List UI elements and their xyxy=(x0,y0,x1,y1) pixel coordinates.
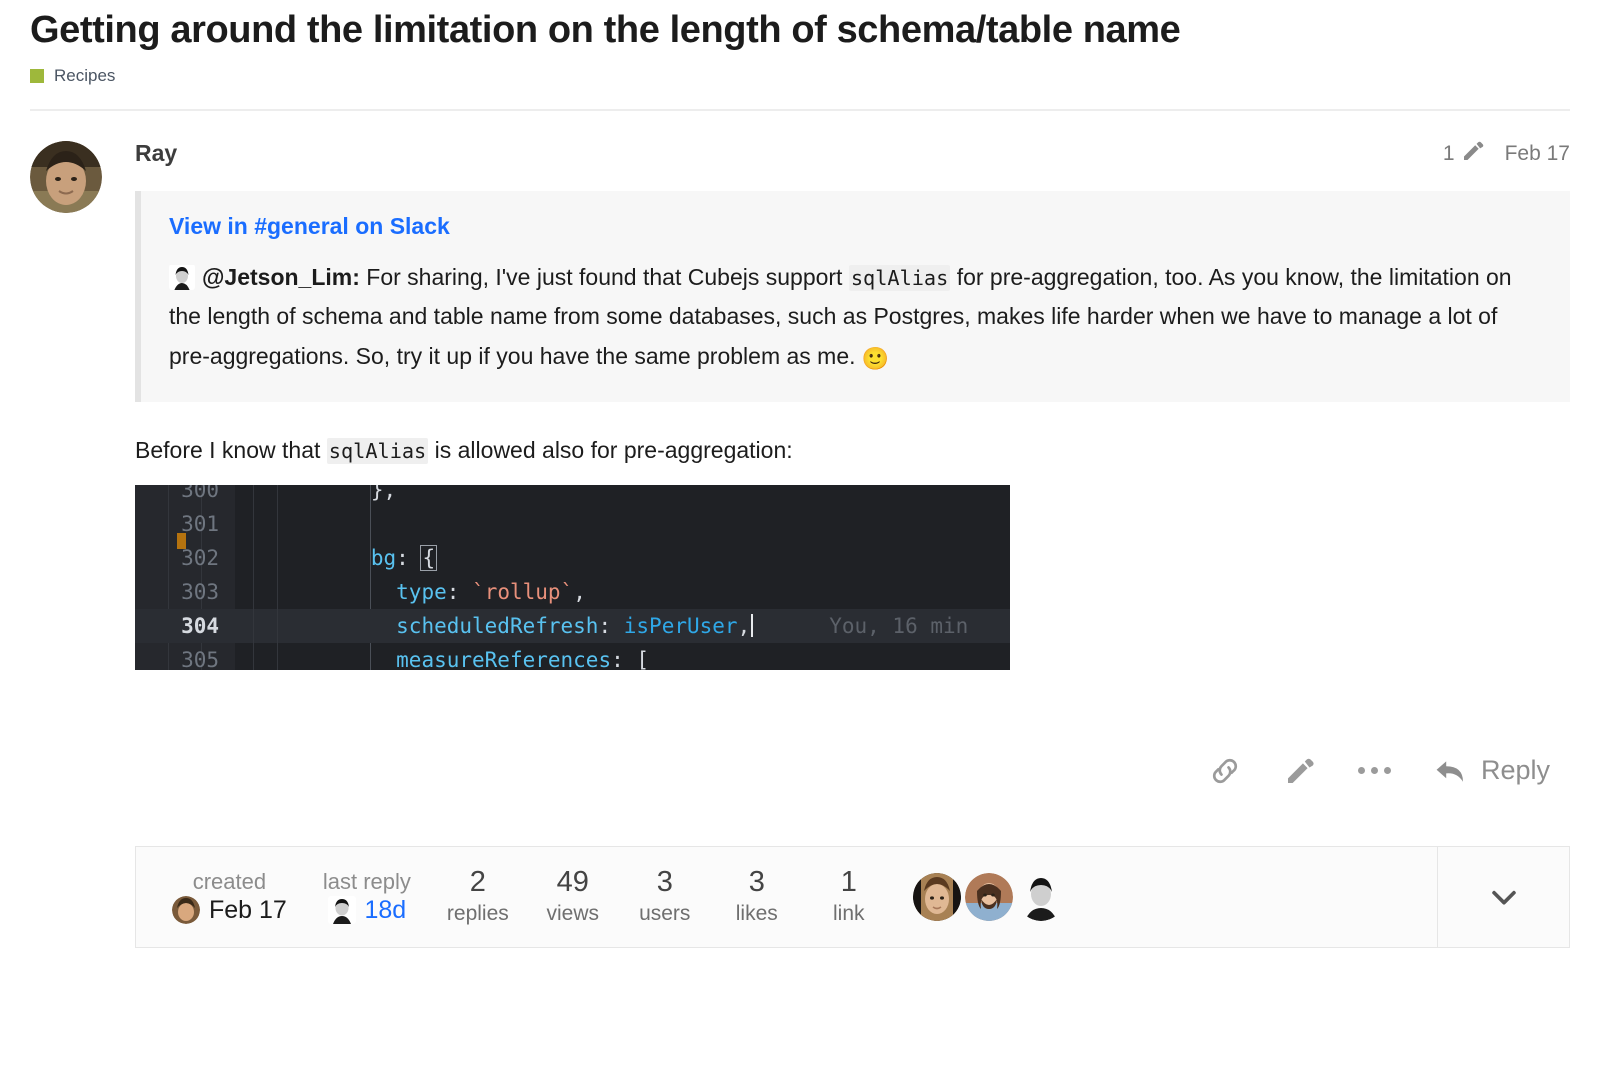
created-label: created xyxy=(192,869,267,895)
pencil-icon xyxy=(1461,139,1485,169)
stat-link: 1 link xyxy=(803,866,895,927)
line-number: 300 xyxy=(181,484,219,502)
smiley-emoji: 🙂 xyxy=(861,345,890,371)
post-header: Ray 1 Feb 17 xyxy=(135,137,1570,171)
ellipsis-icon xyxy=(1357,767,1391,775)
code-line: 300 }, xyxy=(135,484,1010,507)
code-line: 303 type: `rollup`, xyxy=(135,574,1010,609)
stat-label: users xyxy=(639,901,691,925)
avatar[interactable] xyxy=(1016,872,1065,921)
avatar[interactable] xyxy=(912,872,961,921)
expand-topic-button[interactable] xyxy=(1437,846,1569,947)
created-date: Feb 17 xyxy=(209,895,287,924)
paragraph-after: is allowed also for pre-aggregation: xyxy=(428,436,793,463)
slack-link[interactable]: View in #general on Slack xyxy=(169,213,450,240)
stat-users: 3 users xyxy=(619,866,711,927)
code-text: }, xyxy=(370,484,397,502)
line-number: 301 xyxy=(181,511,219,536)
line-number: 302 xyxy=(181,545,219,570)
paragraph-before: Before I know that xyxy=(135,436,327,463)
chevron-down-icon xyxy=(1487,880,1521,914)
avatar[interactable] xyxy=(327,896,356,925)
stat-value: 2 xyxy=(469,866,486,899)
line-number: 304 xyxy=(181,613,219,638)
created-value-row: Feb 17 xyxy=(172,896,287,925)
stat-label: replies xyxy=(446,901,509,925)
post-body: Ray 1 Feb 17 View in #general on Slack @… xyxy=(135,137,1570,794)
topic-page: Getting around the limitation on the len… xyxy=(0,0,1600,1066)
slack-user-avatar xyxy=(169,264,195,290)
inline-code-sqlalias-2: sqlAlias xyxy=(326,437,429,464)
last-reply-date[interactable]: 18d xyxy=(365,896,407,925)
quote-mention[interactable]: @Jetson_Lim: xyxy=(202,264,360,290)
stat-last-reply: last reply 18d xyxy=(305,868,429,925)
quote-body-1: For sharing, I've just found that Cubejs… xyxy=(359,263,849,290)
topic-footer: created Feb 17 last reply 18d 2 replies … xyxy=(135,845,1570,948)
stat-value: 49 xyxy=(556,866,589,899)
stat-label: link xyxy=(833,901,865,925)
participants xyxy=(895,872,1083,921)
category-name[interactable]: Recipes xyxy=(54,66,115,86)
stat-value: 3 xyxy=(656,866,673,899)
post-meta: 1 Feb 17 xyxy=(1443,139,1570,169)
stat-label: likes xyxy=(735,901,778,925)
code-line: 302 bg: { xyxy=(135,540,1010,575)
code-line: 304 scheduledRefresh: isPerUser, You, 16 … xyxy=(135,608,1010,643)
topic-header: Getting around the limitation on the len… xyxy=(0,0,1600,87)
last-reply-value-row: 18d xyxy=(327,896,407,925)
reply-arrow-icon xyxy=(1433,756,1469,786)
pencil-icon xyxy=(1284,755,1316,787)
reply-button[interactable]: Reply xyxy=(1433,755,1550,786)
link-icon xyxy=(1208,754,1242,788)
stat-views: 49 views xyxy=(527,866,619,927)
topic-stats: created Feb 17 last reply 18d 2 replies … xyxy=(136,847,1437,947)
git-blame-annotation: You, 16 min xyxy=(829,613,969,638)
post-date[interactable]: Feb 17 xyxy=(1505,142,1570,166)
code-lines: 300 }, 301 302 bg: {303 type: `rollup`, 304… xyxy=(135,484,1010,670)
code-text: bg: { xyxy=(370,544,438,571)
edit-count-value: 1 xyxy=(1442,141,1455,165)
avatar[interactable] xyxy=(30,140,102,213)
avatar[interactable] xyxy=(964,872,1013,921)
code-text: measureReferences: [ xyxy=(396,647,650,670)
code-text: type: `rollup`, xyxy=(396,579,586,604)
edit-count[interactable]: 1 xyxy=(1443,139,1485,169)
quote-text: @Jetson_Lim: For sharing, I've just foun… xyxy=(169,258,1544,378)
post-avatar-column xyxy=(30,137,135,794)
code-text: scheduledRefresh: isPerUser, xyxy=(295,609,754,643)
line-number: 305 xyxy=(181,647,219,670)
post: Ray 1 Feb 17 View in #general on Slack @… xyxy=(0,111,1600,794)
copy-link-button[interactable] xyxy=(1208,754,1242,788)
avatar[interactable] xyxy=(172,896,200,925)
inline-code-sqlalias: sqlAlias xyxy=(848,264,951,291)
stat-label: views xyxy=(546,901,600,925)
reply-label: Reply xyxy=(1480,755,1550,786)
code-line: 305 measureReferences: [ xyxy=(135,642,1010,670)
stat-likes: 3 likes xyxy=(711,866,803,927)
category-row[interactable]: Recipes xyxy=(30,65,1570,87)
stat-value: 1 xyxy=(840,866,857,899)
page-title: Getting around the limitation on the len… xyxy=(30,9,1181,51)
line-number: 303 xyxy=(181,579,219,604)
stat-replies: 2 replies xyxy=(429,866,527,927)
quote-block: View in #general on Slack @Jetson_Lim: F… xyxy=(135,190,1570,402)
edit-post-button[interactable] xyxy=(1284,755,1316,787)
last-reply-label: last reply xyxy=(322,869,411,895)
category-color-badge xyxy=(30,68,44,83)
post-actions: Reply xyxy=(135,748,1570,794)
post-paragraph: Before I know that sqlAlias is allowed a… xyxy=(135,432,1570,469)
more-actions-button[interactable] xyxy=(1357,767,1391,775)
stat-list: 2 replies 49 views 3 users 3 likes 1 link xyxy=(429,866,895,927)
code-line: 301 xyxy=(135,506,1010,541)
stat-created: created Feb 17 xyxy=(154,868,305,925)
poster-name[interactable]: Ray xyxy=(135,140,177,167)
code-screenshot: 300 }, 301 302 bg: {303 type: `rollup`, 304… xyxy=(135,484,1010,670)
stat-value: 3 xyxy=(748,866,765,899)
